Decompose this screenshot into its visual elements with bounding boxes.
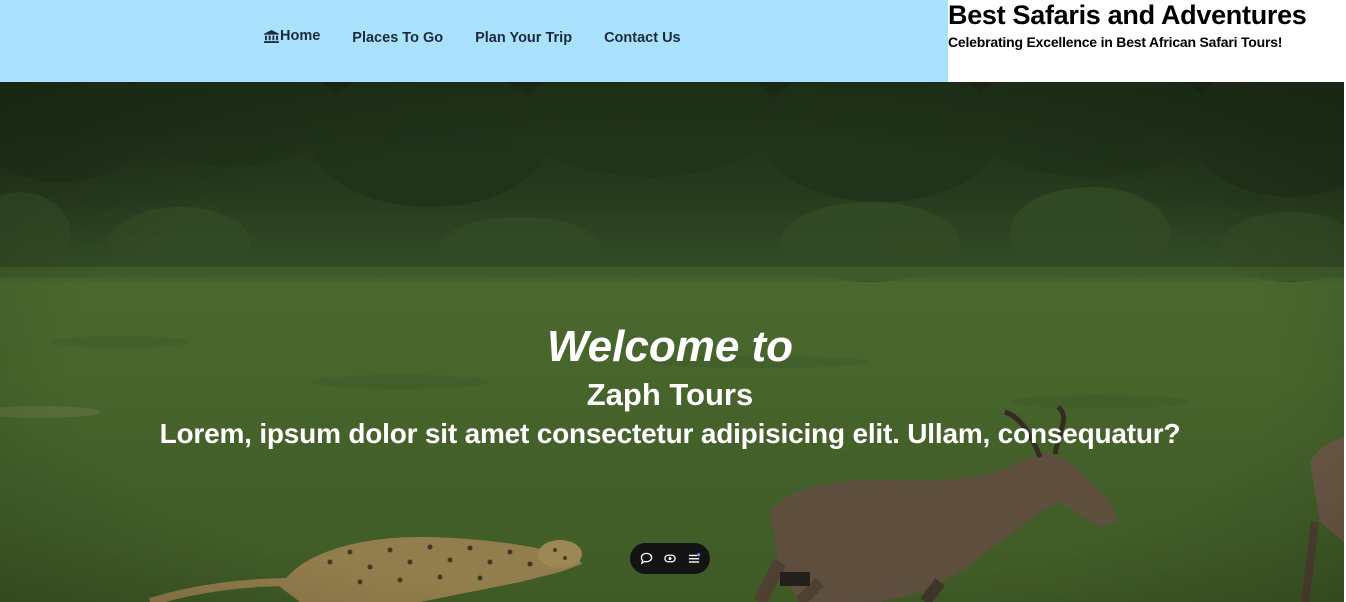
nav-home-link[interactable]: Home <box>264 28 320 44</box>
hero-company-name: Zaph Tours <box>586 377 754 412</box>
nav-plan-trip-link[interactable]: Plan Your Trip <box>475 30 572 46</box>
comment-button[interactable] <box>639 551 654 566</box>
hero-section: Welcome to Zaph Tours Lorem, ipsum dolor… <box>0 82 1344 602</box>
hero-tagline: Lorem, ipsum dolor sit amet consectetur … <box>159 418 1181 449</box>
site-subtitle: Celebrating Excellence in Best African S… <box>948 34 1283 50</box>
menu-button[interactable] <box>687 551 702 566</box>
nav-places-link[interactable]: Places To Go <box>352 30 443 46</box>
eye-icon <box>664 554 676 563</box>
menu-icon <box>688 553 701 563</box>
nav-links: Home Places To Go Plan Your Trip Contact… <box>264 28 713 46</box>
view-button[interactable] <box>663 551 678 566</box>
floating-toolbar <box>630 543 710 574</box>
nav-home-label: Home <box>280 28 321 44</box>
nav-contact-link[interactable]: Contact Us <box>604 30 681 46</box>
hero-welcome: Welcome to <box>546 322 794 371</box>
comment-icon <box>640 552 652 565</box>
bank-icon <box>264 29 279 43</box>
top-navbar: Home Places To Go Plan Your Trip Contact… <box>0 0 948 82</box>
brand-block: Best Safaris and Adventures Celebrating … <box>948 0 1346 82</box>
site-title: Best Safaris and Adventures <box>948 0 1307 30</box>
